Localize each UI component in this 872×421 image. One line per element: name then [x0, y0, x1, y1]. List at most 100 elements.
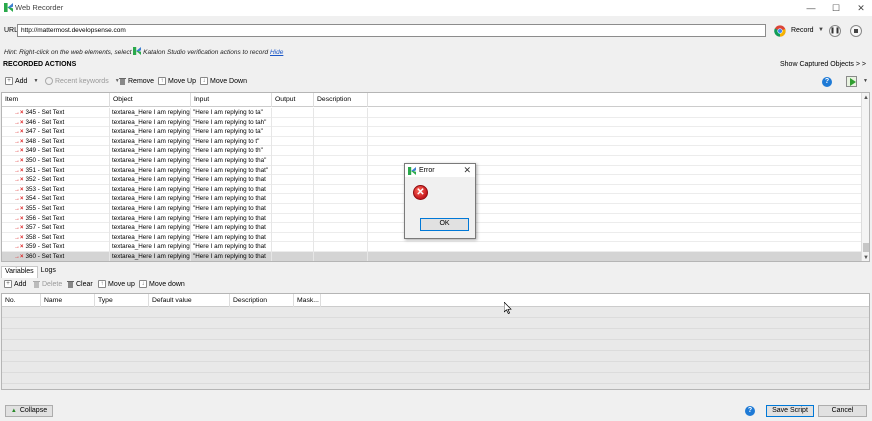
table-row[interactable]: →× 345 - Set Text textarea_Here I am reply…: [2, 108, 864, 118]
set-text-action-icon: →×: [14, 177, 24, 184]
tab-variables[interactable]: Variables: [1, 266, 38, 278]
item-label: 356 - Set Text: [25, 214, 65, 222]
collapse-button[interactable]: ▲ Collapse: [5, 405, 53, 417]
recent-keywords-button[interactable]: Recent keywords ▼: [45, 77, 120, 85]
cell-output: [272, 223, 314, 233]
cell-description: [314, 242, 368, 252]
cell-item: →× 360 - Set Text: [2, 251, 110, 261]
column-header-default-value[interactable]: Default value: [149, 294, 230, 307]
cell-output: [272, 184, 314, 195]
column-header-output[interactable]: Output: [272, 93, 314, 107]
set-text-action-icon: →×: [14, 119, 24, 126]
minimize-button[interactable]: —: [798, 2, 824, 14]
cell-output: [272, 165, 314, 176]
variable-arrow-up-icon: ↑: [98, 280, 106, 288]
cell-output: [272, 203, 314, 214]
cell-input: "Here I am replying to that: [191, 213, 272, 224]
error-icon: ✕: [413, 185, 428, 200]
cell-output: [272, 175, 314, 185]
clear-variables-button[interactable]: Clear: [67, 280, 93, 288]
play-dropdown-chevron-icon[interactable]: ▼: [863, 78, 868, 84]
add-variable-icon: +: [4, 280, 12, 288]
add-dropdown-chevron-icon[interactable]: ▼: [33, 78, 38, 84]
play-icon[interactable]: [846, 76, 857, 87]
dialog-katalon-logo-icon: [408, 167, 416, 175]
record-dropdown-chevron-icon[interactable]: ▼: [818, 27, 824, 33]
move-down-variable-label: Move down: [149, 280, 185, 288]
cell-description: [314, 127, 368, 137]
table-row[interactable]: →× 360 - Set Text textarea_Here I am reply…: [2, 251, 864, 261]
close-button[interactable]: ✕: [848, 2, 872, 14]
stop-icon[interactable]: [850, 25, 862, 37]
remove-action-button[interactable]: Remove: [119, 77, 154, 85]
save-script-button[interactable]: Save Script: [766, 405, 814, 417]
cell-object: textarea_Here I am replying: [112, 146, 191, 156]
arrow-down-icon: ↓: [200, 77, 208, 85]
table-row[interactable]: →× 348 - Set Text textarea_Here I am reply…: [2, 136, 864, 147]
add-action-button[interactable]: + Add ▼: [5, 77, 38, 85]
table-row[interactable]: →× 346 - Set Text textarea_Here I am reply…: [2, 117, 864, 128]
delete-variable-button[interactable]: Delete: [33, 280, 62, 288]
pause-icon[interactable]: ❚❚: [829, 25, 841, 37]
chrome-icon[interactable]: [774, 25, 786, 37]
dialog-close-icon[interactable]: ✕: [463, 165, 471, 176]
cell-input: "Here I am replying to that: [191, 223, 272, 233]
hide-hint-link[interactable]: Hide: [270, 49, 283, 56]
help-icon[interactable]: ?: [822, 77, 832, 87]
table-row[interactable]: →× 349 - Set Text textarea_Here I am reply…: [2, 146, 864, 156]
variables-table[interactable]: No. Name Type Default value Description …: [1, 293, 870, 390]
scrollbar-thumb[interactable]: [863, 243, 869, 252]
cell-object: textarea_Here I am replying: [112, 117, 191, 128]
table-row[interactable]: →× 359 - Set Text textarea_Here I am reply…: [2, 242, 864, 252]
column-header-name[interactable]: Name: [41, 294, 95, 307]
move-down-variable-button[interactable]: ↓ Move down: [139, 280, 185, 288]
cell-input: "Here I am replying to ta": [191, 127, 272, 137]
column-header-mask[interactable]: Mask...: [294, 294, 321, 307]
column-header-no[interactable]: No.: [2, 294, 41, 307]
column-header-description[interactable]: Description: [314, 93, 368, 107]
item-label: 359 - Set Text: [25, 243, 65, 251]
scroll-down-arrow-icon[interactable]: ▼: [862, 254, 869, 261]
column-header-type[interactable]: Type: [95, 294, 149, 307]
column-header-description[interactable]: Description: [230, 294, 294, 307]
clear-variables-label: Clear: [76, 280, 93, 288]
item-label: 353 - Set Text: [25, 185, 65, 193]
cell-output: [272, 232, 314, 243]
add-variable-button[interactable]: + Add: [4, 280, 26, 288]
item-label: 355 - Set Text: [25, 204, 65, 212]
cell-input: "Here I am replying to ta": [191, 108, 272, 118]
footer-help-icon[interactable]: ?: [745, 406, 755, 416]
move-up-variable-button[interactable]: ↑ Move up: [98, 280, 135, 288]
tab-logs[interactable]: Logs: [38, 266, 59, 278]
katalon-hint-icon: [133, 47, 142, 55]
cell-output: [272, 194, 314, 204]
cell-output: [272, 108, 314, 118]
column-header-item[interactable]: Item: [2, 93, 110, 107]
set-text-action-icon: →×: [14, 215, 24, 222]
error-dialog: Error ✕ ✕ OK: [404, 163, 476, 239]
cell-description: [314, 117, 368, 128]
ok-button[interactable]: OK: [420, 218, 469, 231]
move-down-button[interactable]: ↓ Move Down: [200, 77, 247, 85]
set-text-action-icon: →×: [14, 157, 24, 164]
record-button[interactable]: Record: [791, 27, 814, 34]
column-header-object[interactable]: Object: [110, 93, 191, 107]
cell-input: "Here I am replying to that": [191, 165, 272, 176]
hint-text: Hint: Right-click on the web elements, s…: [4, 47, 283, 56]
set-text-action-icon: →×: [14, 196, 24, 203]
vertical-scrollbar[interactable]: ▲ ▼: [861, 93, 869, 261]
show-captured-objects-link[interactable]: Show Captured Objects > >: [780, 61, 866, 68]
cell-description: [314, 136, 368, 147]
scroll-up-arrow-icon[interactable]: ▲: [862, 94, 869, 102]
cancel-button[interactable]: Cancel: [818, 405, 867, 417]
cell-input: "Here I am replying to that: [191, 232, 272, 243]
column-header-input[interactable]: Input: [191, 93, 272, 107]
cell-description: [314, 232, 368, 243]
set-text-action-icon: →×: [14, 253, 24, 260]
table-row[interactable]: →× 347 - Set Text textarea_Here I am reply…: [2, 127, 864, 137]
add-icon: +: [5, 77, 13, 85]
url-input[interactable]: http://mattermost.developsense.com: [17, 24, 766, 37]
maximize-button[interactable]: ☐: [823, 2, 849, 14]
move-up-button[interactable]: ↑ Move Up: [158, 77, 196, 85]
clock-icon: [45, 77, 53, 85]
